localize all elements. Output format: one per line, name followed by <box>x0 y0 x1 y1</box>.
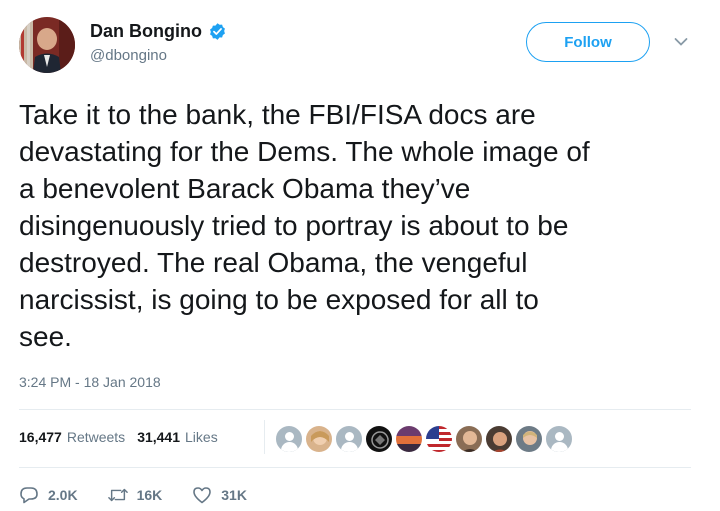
liker-avatar[interactable] <box>515 425 543 453</box>
verified-badge-icon <box>210 23 225 40</box>
retweet-button[interactable]: 16K <box>107 486 163 504</box>
chevron-down-icon[interactable] <box>674 37 688 47</box>
liker-default-avatar[interactable] <box>275 425 303 453</box>
liker-default-avatar[interactable] <box>335 425 363 453</box>
author-block: Dan Bongino @dbongino <box>90 21 227 64</box>
author-handle[interactable]: @dbongino <box>90 47 227 64</box>
stats-separator <box>264 420 265 454</box>
author-name[interactable]: Dan Bongino <box>90 21 202 42</box>
tweet-timestamp[interactable]: 3:24 PM - 18 Jan 2018 <box>19 374 161 390</box>
like-count: 31K <box>221 487 247 503</box>
reply-button[interactable]: 2.0K <box>19 486 78 504</box>
author-avatar[interactable] <box>19 17 75 73</box>
retweet-icon <box>107 488 128 502</box>
retweet-count: 16K <box>136 487 163 503</box>
divider <box>19 409 691 410</box>
liker-avatar[interactable] <box>305 425 333 453</box>
tweet-text: Take it to the bank, the FBI/FISA docs a… <box>19 99 590 352</box>
liker-avatar[interactable] <box>395 425 423 453</box>
tweet-actions: 2.0K 16K 31K <box>19 486 277 504</box>
heart-icon <box>193 487 212 504</box>
liker-avatar[interactable] <box>455 425 483 453</box>
divider <box>19 467 691 468</box>
liker-avatar[interactable] <box>425 425 453 453</box>
liker-default-avatar[interactable] <box>545 425 573 453</box>
liker-avatars <box>275 425 575 453</box>
liker-avatar[interactable] <box>365 425 393 453</box>
tweet-stats: 16,477 Retweets 31,441 Likes <box>19 429 230 445</box>
like-button[interactable]: 31K <box>192 486 247 504</box>
retweets-label[interactable]: Retweets <box>67 429 125 445</box>
author-name-row: Dan Bongino <box>90 21 227 42</box>
likes-label[interactable]: Likes <box>185 429 218 445</box>
liker-avatar[interactable] <box>485 425 513 453</box>
reply-count: 2.0K <box>48 487 78 503</box>
likes-count[interactable]: 31,441 <box>137 429 180 445</box>
reply-icon <box>20 487 38 504</box>
retweets-count[interactable]: 16,477 <box>19 429 62 445</box>
follow-button[interactable]: Follow <box>526 22 650 62</box>
